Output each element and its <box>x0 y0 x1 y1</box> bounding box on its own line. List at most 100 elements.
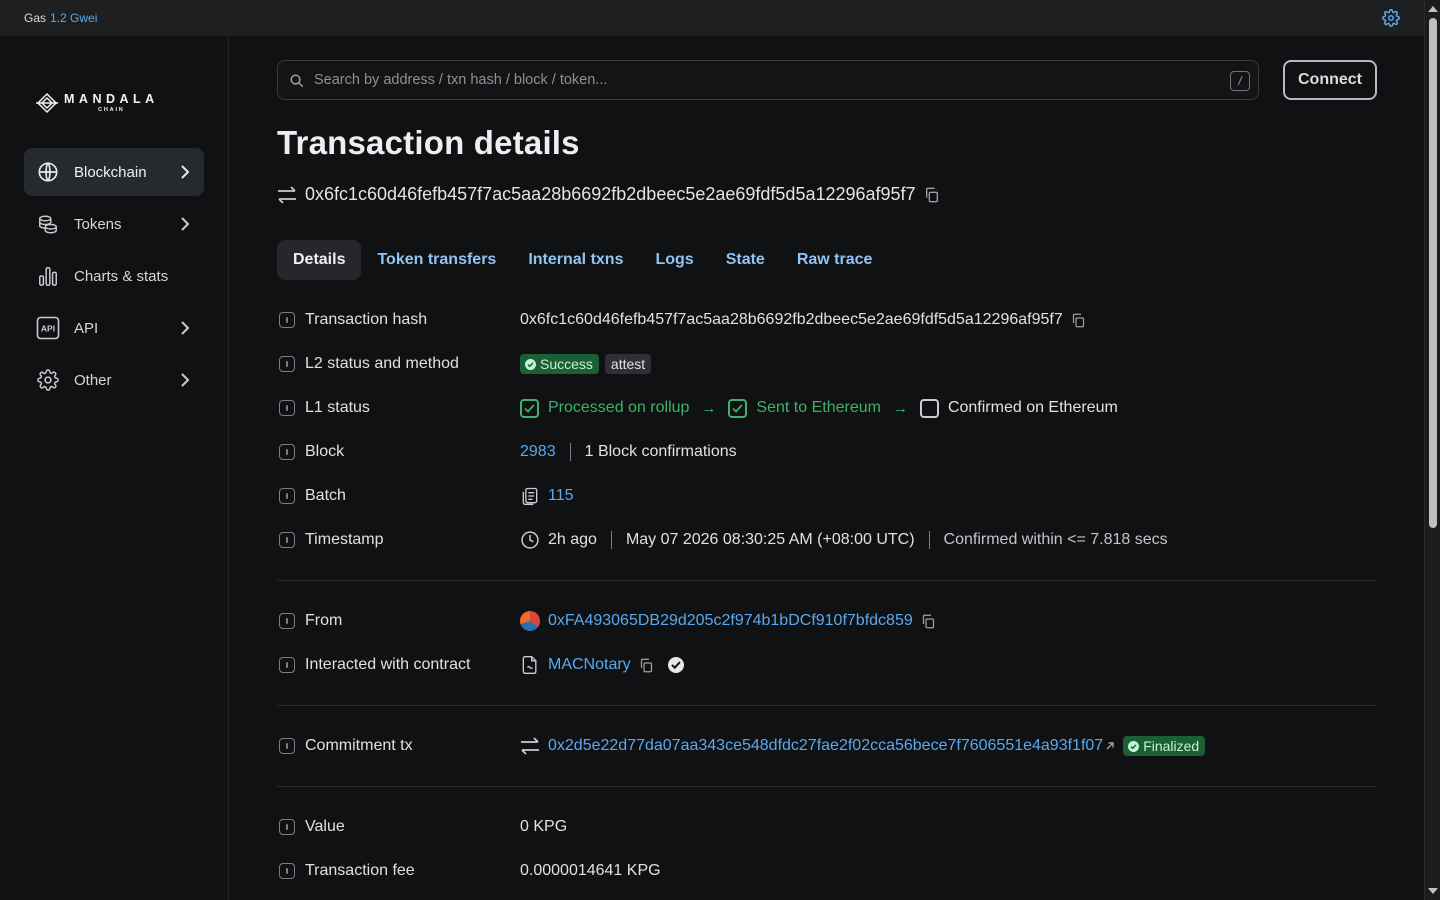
detail-row-batch: Batch 115 <box>277 474 1377 518</box>
chevron-right-icon <box>181 373 190 387</box>
section-divider <box>277 786 1377 787</box>
detail-row-from: From 0xFA493065DB29d205c2f974b1bDCf910f7… <box>277 599 1377 643</box>
detail-row-value: Value 0 KPG <box>277 805 1377 849</box>
status-badge: Success <box>520 354 599 374</box>
info-icon[interactable] <box>279 532 295 548</box>
transaction-hash-header: 0x6fc1c60d46fefb457f7ac5aa28b6692fb2dbee… <box>277 184 940 205</box>
l1-step-sent: Sent to Ethereum <box>756 399 881 416</box>
sidebar-item-api[interactable]: API API <box>24 304 204 352</box>
details-list: Transaction hash 0x6fc1c60d46fefb457f7ac… <box>277 298 1377 893</box>
sidebar: MANDALA CHAIN Blockchain Tokens Charts &… <box>0 36 229 900</box>
info-icon[interactable] <box>279 356 295 372</box>
tab-logs[interactable]: Logs <box>639 240 709 280</box>
search-bar[interactable]: / <box>277 60 1259 100</box>
finalized-badge-label: Finalized <box>1143 738 1200 754</box>
copy-icon[interactable] <box>1071 313 1086 328</box>
coins-icon <box>36 212 60 236</box>
page-title: Transaction details <box>277 124 580 161</box>
copy-icon[interactable] <box>921 614 936 629</box>
tab-token-transfers[interactable]: Token transfers <box>361 240 512 280</box>
timestamp-confirmation-time: Confirmed within <= 7.818 secs <box>943 531 1168 548</box>
info-icon[interactable] <box>279 613 295 629</box>
sidebar-item-other[interactable]: Other <box>24 356 204 404</box>
copy-icon[interactable] <box>924 187 940 203</box>
detail-label: Timestamp <box>305 531 384 548</box>
copy-icon[interactable] <box>639 658 654 673</box>
gas-label: Gas <box>24 11 47 25</box>
address-avatar <box>520 611 540 631</box>
commitment-tx-link[interactable]: 0x2d5e22d77da07aa343ce548dfdc27fae2f02cc… <box>548 737 1103 755</box>
timestamp-absolute: May 07 2026 08:30:25 AM (+08:00 UTC) <box>625 531 915 548</box>
tab-raw-trace[interactable]: Raw trace <box>781 240 889 280</box>
connect-wallet-button[interactable]: Connect <box>1283 60 1377 100</box>
info-icon[interactable] <box>279 488 295 504</box>
scroll-up-arrow-icon[interactable] <box>1428 6 1438 12</box>
info-icon[interactable] <box>279 657 295 673</box>
detail-row-block: Block 2983 1 Block confirmations <box>277 430 1377 474</box>
batch-link[interactable]: 115 <box>548 487 574 505</box>
info-icon[interactable] <box>279 738 295 754</box>
info-icon[interactable] <box>279 863 295 879</box>
tab-internal-txns[interactable]: Internal txns <box>512 240 639 280</box>
l1-step-processed: Processed on rollup <box>548 399 690 416</box>
block-confirmations: 1 Block confirmations <box>584 443 737 460</box>
transfer-arrows-icon <box>278 185 296 204</box>
sidebar-item-tokens[interactable]: Tokens <box>24 200 204 248</box>
sidebar-item-charts-stats[interactable]: Charts & stats <box>24 252 204 300</box>
transfer-arrows-icon <box>521 737 539 755</box>
detail-row-transaction-hash: Transaction hash 0x6fc1c60d46fefb457f7ac… <box>277 298 1377 342</box>
check-circle-icon <box>1128 740 1140 752</box>
mandala-logo-icon <box>36 92 58 114</box>
tab-state[interactable]: State <box>710 240 781 280</box>
sidebar-item-label: API <box>74 319 99 337</box>
detail-row-timestamp: Timestamp 2h ago May 07 2026 08:30:25 AM… <box>277 518 1377 562</box>
method-badge: attest <box>604 354 652 374</box>
external-link-icon[interactable] <box>1105 741 1115 751</box>
transaction-hash-title: 0x6fc1c60d46fefb457f7ac5aa28b6692fb2dbee… <box>305 184 916 204</box>
detail-row-l1-status: L1 status Processed on rollup → Sent to … <box>277 386 1377 430</box>
svg-text:API: API <box>41 324 55 334</box>
arrow-right-icon: → <box>701 399 717 417</box>
info-icon[interactable] <box>279 444 295 460</box>
info-icon[interactable] <box>279 400 295 416</box>
sidebar-item-blockchain[interactable]: Blockchain <box>24 148 204 196</box>
detail-row-transaction-fee: Transaction fee 0.0000014641 KPG <box>277 849 1377 893</box>
transaction-value: 0 KPG <box>520 818 568 835</box>
scrollbar-thumb[interactable] <box>1429 18 1437 528</box>
mandala-chain-logo[interactable]: MANDALA CHAIN <box>36 92 159 114</box>
detail-label: Transaction hash <box>305 311 428 328</box>
settings-gear-icon[interactable] <box>1382 9 1400 27</box>
bar-chart-icon <box>36 264 60 288</box>
info-icon[interactable] <box>279 819 295 835</box>
section-divider <box>277 705 1377 706</box>
detail-label: Batch <box>305 487 346 504</box>
batch-documents-icon <box>522 487 538 505</box>
detail-row-l2-status: L2 status and method Success attest <box>277 342 1377 386</box>
tab-details[interactable]: Details <box>277 240 362 280</box>
detail-row-contract: Interacted with contract MACNotary <box>277 643 1377 687</box>
checked-box-icon <box>728 398 748 418</box>
chevron-right-icon <box>181 165 190 179</box>
info-icon[interactable] <box>279 312 295 328</box>
verified-contract-icon <box>667 657 684 673</box>
detail-label: From <box>305 612 343 629</box>
sidebar-item-label: Blockchain <box>74 163 147 181</box>
gas-value[interactable]: 1.2 Gwei <box>50 11 97 25</box>
gear-icon <box>36 368 60 392</box>
logo-text: MANDALA <box>64 92 159 106</box>
chevron-right-icon <box>181 217 190 231</box>
detail-label: L1 status <box>305 399 370 416</box>
contract-link[interactable]: MACNotary <box>548 656 631 674</box>
detail-label: Transaction fee <box>305 862 415 879</box>
detail-label: Value <box>305 818 345 835</box>
page-scrollbar[interactable] <box>1424 0 1440 900</box>
scroll-down-arrow-icon[interactable] <box>1428 888 1438 894</box>
from-address-link[interactable]: 0xFA493065DB29d205c2f974b1bDCf910f7bfdc8… <box>548 612 913 630</box>
top-bar: Gas 1.2 Gwei <box>0 0 1424 36</box>
search-input[interactable] <box>314 72 1194 88</box>
search-icon <box>290 74 304 88</box>
l1-step-confirmed: Confirmed on Ethereum <box>947 399 1118 416</box>
divider <box>610 531 612 549</box>
detail-label: Interacted with contract <box>305 656 471 673</box>
block-link[interactable]: 2983 <box>520 443 556 461</box>
